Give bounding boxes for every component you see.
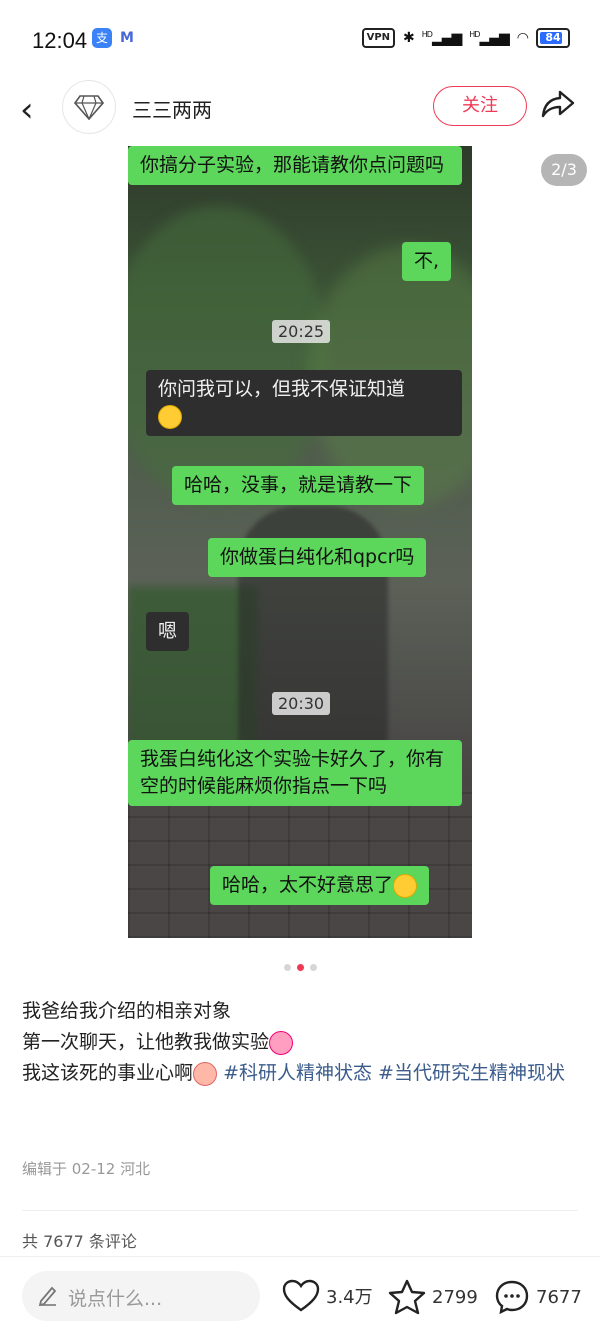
bottom-action-bar: 说点什么... 3.4万 2799 7677 [0,1256,600,1337]
carousel-dots[interactable] [284,964,317,971]
hashtag-link[interactable]: #当代研究生精神现状 [378,1062,565,1084]
carousel-dot-active[interactable] [297,964,304,971]
pencil-icon [38,1284,58,1310]
comment-button[interactable]: 7677 [494,1279,582,1315]
face-emoji-icon [193,1061,218,1086]
back-icon[interactable]: ‹ [20,92,34,128]
comment-placeholder: 说点什么... [68,1288,163,1310]
share-icon[interactable] [540,88,576,124]
author-name[interactable]: 三三两两 [132,94,212,123]
photo-background-tree [128,206,328,506]
caption-line: 第一次聊天，让他教我做实验 [22,1027,578,1058]
status-time: 12:04 [32,28,88,53]
chat-bubble: 你搞分子实验，那能请教你点问题吗 [128,146,462,185]
post-meta: 编辑于 02-12 河北 [22,1160,151,1178]
chat-bubble: 你做蛋白纯化和qpcr吗 [208,538,427,577]
embarrassed-emoji-icon [393,873,418,898]
post-image[interactable]: 你搞分子实验，那能请教你点问题吗 不, 20:25 你问我可以，但我不保证知道 … [128,146,472,938]
alipay-icon: 支 [92,28,112,48]
like-button[interactable]: 3.4万 [282,1279,373,1313]
hashtag-link[interactable]: #科研人精神状态 [223,1062,372,1084]
chat-bubble: 不, [402,242,452,281]
vpn-icon: VPN [361,28,396,48]
clown-emoji-icon [269,1030,294,1055]
chat-bubble: 哈哈，太不好意思了 [210,866,430,905]
collect-count: 2799 [432,1286,478,1308]
status-icons: VPN ✱ HD▂▄▆ HD▂▄▆ ◠ 84 [361,28,570,48]
chat-bubble-text: 哈哈，太不好意思了 [222,874,394,896]
comment-count: 7677 [536,1286,582,1308]
heart-icon [282,1279,320,1312]
status-bar: 12:04 支 M VPN ✱ HD▂▄▆ HD▂▄▆ ◠ 84 [0,0,600,80]
comment-bubble-icon [495,1280,529,1315]
diamond-icon [74,95,104,120]
chat-timestamp: 20:25 [272,320,331,343]
bluetooth-icon: ✱ [403,30,415,46]
caption-text: 我这该死的事业心啊 [22,1062,194,1084]
mail-icon: M [120,30,134,46]
collect-button[interactable]: 2799 [388,1279,478,1315]
post-header: ‹ 三三两两 关注 [0,80,600,144]
signal-icon: HD▂▄▆ [421,29,462,47]
comments-count: 共 7677 条评论 [22,1232,137,1251]
comment-input[interactable]: 说点什么... [22,1271,260,1321]
battery-icon: 84 [536,28,570,48]
chat-timestamp: 20:30 [272,692,331,715]
carousel-dot[interactable] [310,964,317,971]
image-page-indicator: 2/3 [541,154,587,186]
signal-icon-2: HD▂▄▆ [469,29,509,47]
caption-text: 第一次聊天，让他教我做实验 [22,1031,270,1053]
star-icon [388,1279,426,1315]
caption-line: 我爸给我介绍的相亲对象 [22,1000,232,1022]
caption-line: 我这该死的事业心啊 #科研人精神状态 #当代研究生精神现状 [22,1058,578,1089]
chat-bubble-text: 你问我可以，但我不保证知道 [158,378,406,400]
chat-bubble: 我蛋白纯化这个实验卡好久了，你有空的时候能麻烦你指点一下吗 [128,740,462,806]
chat-bubble: 你问我可以，但我不保证知道 [146,370,462,436]
wifi-icon: ◠ [516,30,529,46]
carousel-dot[interactable] [284,964,291,971]
post-caption: 我爸给我介绍的相亲对象 第一次聊天，让他教我做实验 我这该死的事业心啊 #科研人… [22,996,578,1089]
battery-level: 84 [545,31,561,44]
avatar[interactable] [62,80,116,134]
follow-button[interactable]: 关注 [433,86,527,126]
divider [22,1210,578,1211]
chat-bubble: 哈哈，没事，就是请教一下 [172,466,425,505]
photo-background-pavement [128,786,472,938]
chat-bubble: 嗯 [146,612,190,651]
laugh-cry-emoji-icon [158,404,182,429]
like-count: 3.4万 [326,1287,373,1308]
